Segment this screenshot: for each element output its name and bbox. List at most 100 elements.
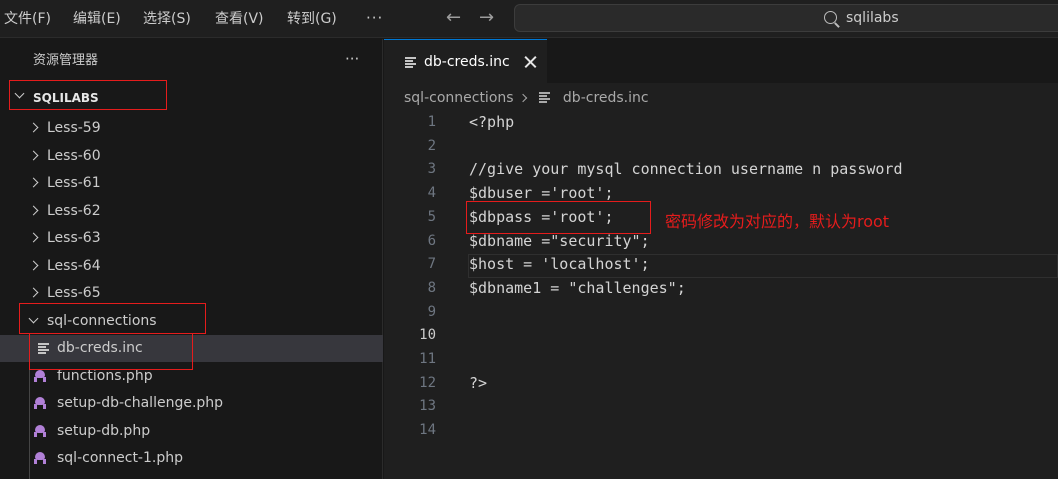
code-line: 9 (384, 301, 1058, 325)
breadcrumb: sql-connections db-creds.inc (404, 83, 649, 113)
code-text: <?php (469, 113, 515, 131)
workspace-root[interactable]: SQLILABS (0, 83, 383, 111)
chevron-right-icon (28, 122, 39, 133)
tree-file-db-creds[interactable]: db-creds.inc (0, 335, 383, 362)
tree-folder-less-63[interactable]: Less-63 (0, 225, 383, 252)
explorer-title: 资源管理器 (33, 53, 99, 68)
text-file-icon (38, 343, 49, 354)
php-file-icon (33, 397, 47, 409)
line-number: 11 (419, 351, 436, 367)
tree-item-label: sql-connections (47, 312, 157, 329)
line-number: 12 (419, 374, 436, 391)
menu-file[interactable]: 文件(F) (4, 0, 51, 38)
tree-item-label: setup-db.php (57, 422, 151, 439)
line-number: 1 (427, 114, 436, 130)
chevron-right-icon (518, 93, 528, 103)
line-number: 8 (427, 279, 436, 296)
tree-item-label: Less-65 (47, 285, 101, 301)
breadcrumb-file[interactable]: db-creds.inc (563, 90, 649, 106)
code-line: 12 ?> (384, 372, 1058, 396)
tree-folder-less-61[interactable]: Less-61 (0, 170, 383, 197)
line-number: 3 (427, 161, 436, 178)
tree-folder-less-59[interactable]: Less-59 (0, 115, 383, 142)
tree-item-label: Less-60 (47, 147, 101, 164)
annotation-text: 密码修改为对应的，默认为root (665, 212, 890, 231)
tree-file-sql-connect-1-php[interactable]: sql-connect-1.php (0, 445, 383, 472)
tree-folder-less-62[interactable]: Less-62 (0, 198, 383, 225)
tree-folder-less-64[interactable]: Less-64 (0, 253, 383, 280)
code-line: 4 $dbuser ='root'; (384, 182, 1058, 206)
code-line: 14 (384, 419, 1058, 443)
code-text: $dbname ="security"; (469, 231, 650, 250)
menu-edit[interactable]: 编辑(E) (73, 0, 121, 38)
chevron-right-icon (28, 177, 39, 188)
chevron-right-icon (28, 260, 39, 270)
line-number: 13 (419, 398, 436, 415)
chevron-right-icon (28, 232, 39, 243)
explorer-more-button[interactable]: ··· (345, 39, 359, 79)
line-number-active: 10 (419, 327, 436, 344)
code-line: 13 (384, 395, 1058, 419)
code-text: ?> (469, 373, 488, 392)
chevron-down-icon (14, 88, 25, 99)
tab-label: db-creds.inc (424, 54, 510, 70)
tree-folder-less-65[interactable]: Less-65 (0, 280, 383, 307)
menu-more-button[interactable]: ··· (366, 0, 383, 38)
editor-tab-bar: db-creds.inc (384, 39, 1058, 83)
search-icon (824, 11, 837, 24)
menu-selection[interactable]: 选择(S) (143, 0, 191, 38)
forward-arrow-icon[interactable]: → (479, 0, 494, 38)
code-text: $dbuser ='root'; (469, 184, 614, 203)
tree-folder-sql-connections[interactable]: sql-connections (0, 308, 383, 335)
line-number: 6 (427, 232, 436, 249)
tree-item-label: Less-59 (47, 120, 101, 136)
explorer-sidebar: 资源管理器 ··· SQLILABS Less-59 Less-60 Less-… (0, 39, 383, 479)
text-file-icon (539, 92, 551, 103)
tab-db-creds[interactable]: db-creds.inc (384, 39, 547, 83)
code-text: //give your mysql connection username n … (469, 160, 903, 179)
code-text: $dbpass ='root'; (469, 207, 614, 226)
chevron-right-icon (28, 205, 39, 215)
close-icon[interactable] (523, 55, 537, 69)
code-line: 1 <?php (384, 111, 1058, 135)
code-line: 10 (384, 324, 1058, 348)
code-text: $host = 'localhost'; (469, 255, 650, 274)
line-number: 14 (419, 422, 436, 439)
back-arrow-icon[interactable]: ← (446, 0, 461, 38)
tree-item-label: db-creds.inc (57, 340, 143, 356)
chevron-right-icon (28, 150, 39, 160)
tree-item-label: Less-61 (47, 175, 101, 191)
code-line: 11 (384, 348, 1058, 372)
tree-item-label: Less-63 (47, 230, 101, 246)
tree-item-label: Less-64 (47, 257, 101, 274)
text-file-icon (405, 57, 416, 68)
php-file-icon (33, 369, 47, 382)
tree-file-setup-db-php[interactable]: setup-db.php (0, 418, 383, 445)
tree-folder-less-60[interactable]: Less-60 (0, 143, 383, 170)
line-number: 4 (427, 185, 436, 202)
code-line: 7 $host = 'localhost'; (384, 253, 1058, 277)
tree-item-label: functions.php (57, 367, 153, 384)
code-line: 2 (384, 135, 1058, 159)
breadcrumb-folder[interactable]: sql-connections (404, 90, 514, 106)
workspace-root-label: SQLILABS (33, 91, 99, 105)
menu-view[interactable]: 查看(V) (215, 0, 264, 38)
line-number: 2 (427, 137, 436, 154)
title-bar: 文件(F) 编辑(E) 选择(S) 查看(V) 转到(G) ··· ← → sq… (0, 0, 1058, 38)
chevron-down-icon (28, 313, 39, 323)
code-text: $dbname1 = "challenges"; (469, 278, 686, 297)
tree-item-label: sql-connect-1.php (57, 450, 183, 466)
command-center-search[interactable]: sqlilabs (514, 4, 1058, 32)
editor-area: db-creds.inc sql-connections db-creds.in… (384, 39, 1058, 479)
line-number: 5 (427, 208, 436, 225)
code-line: 8 $dbname1 = "challenges"; (384, 277, 1058, 301)
line-number: 9 (427, 303, 436, 320)
php-file-icon (33, 424, 47, 437)
tree-item-label: Less-62 (47, 202, 101, 219)
menu-go[interactable]: 转到(G) (287, 0, 337, 38)
tree-file-functions-php[interactable]: functions.php (0, 363, 383, 390)
line-number: 7 (427, 256, 436, 273)
tree-item-label: setup-db-challenge.php (57, 395, 224, 411)
tree-file-setup-db-challenge-php[interactable]: setup-db-challenge.php (0, 390, 383, 417)
chevron-right-icon (28, 287, 39, 298)
